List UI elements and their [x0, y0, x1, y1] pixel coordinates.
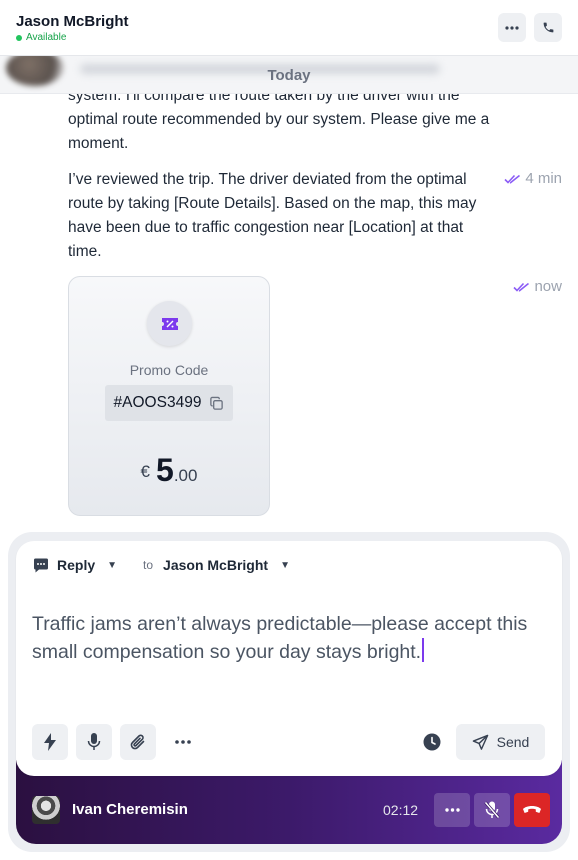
phone-icon — [543, 22, 553, 33]
currency-symbol: € — [140, 462, 151, 481]
chat-window: Jason McBright Available Today system. I… — [0, 0, 578, 860]
promo-card[interactable]: Promo Code #AOOS3499 €5.00 — [68, 276, 270, 516]
schedule-send-button[interactable] — [421, 731, 443, 753]
double-check-icon — [504, 174, 521, 184]
recipient-dropdown[interactable]: Jason McBright — [163, 557, 268, 573]
message-input-text: Traffic jams aren’t always predictable—p… — [32, 613, 528, 663]
discount-ticket-icon — [161, 317, 178, 330]
attach-file-button[interactable] — [120, 724, 156, 760]
call-more-button[interactable] — [434, 793, 470, 827]
promo-title: Promo Code — [129, 362, 209, 378]
chevron-down-icon[interactable]: ▼ — [107, 560, 117, 571]
more-horizontal-icon — [505, 25, 519, 30]
amount-cents: .00 — [173, 466, 198, 485]
quick-actions-button[interactable] — [32, 724, 68, 760]
voice-message-button[interactable] — [76, 724, 112, 760]
text-cursor — [422, 638, 424, 662]
send-button[interactable]: Send — [456, 724, 545, 760]
contact-name[interactable]: Jason McBright — [16, 13, 129, 30]
hang-up-icon — [523, 806, 541, 813]
status-dot-icon — [16, 34, 22, 41]
caller-name: Ivan Cheremisin — [72, 801, 188, 818]
message-input[interactable]: Traffic jams aren’t always predictable—p… — [32, 610, 552, 666]
caller-avatar — [32, 796, 60, 824]
message-meta: 4 min — [504, 170, 562, 187]
promo-code-value: #AOOS3499 — [113, 394, 202, 411]
date-divider-label: Today — [267, 67, 311, 84]
date-divider: Today — [0, 56, 578, 94]
status-label: Available — [26, 32, 67, 43]
message-text: system. I'll compare the route taken by … — [68, 87, 490, 152]
chat-bubble-icon — [34, 558, 48, 572]
presence-status: Available — [16, 32, 66, 43]
more-horizontal-icon — [175, 740, 191, 744]
message-time: 4 min — [525, 170, 562, 187]
copy-icon[interactable] — [209, 396, 224, 411]
paperclip-icon — [130, 734, 145, 750]
more-tools-button[interactable] — [172, 724, 194, 760]
microphone-off-icon — [484, 801, 500, 819]
send-label: Send — [496, 734, 530, 750]
amount-main: 5 — [156, 452, 174, 488]
call-button[interactable] — [534, 13, 562, 42]
call-duration: 02:12 — [383, 802, 419, 818]
promo-time: now — [534, 278, 562, 295]
reply-mode-dropdown[interactable]: Reply — [57, 557, 95, 573]
more-horizontal-icon — [444, 808, 460, 812]
send-icon — [472, 734, 488, 750]
mute-button[interactable] — [474, 793, 510, 827]
promo-meta: now — [513, 278, 562, 295]
lightning-icon — [44, 733, 56, 751]
promo-code-box[interactable]: #AOOS3499 — [105, 385, 233, 421]
promo-amount: €5.00 — [69, 452, 269, 489]
to-label: to — [143, 558, 154, 572]
reply-options: Reply ▼ to Jason McBright ▼ — [33, 557, 290, 573]
microphone-icon — [87, 733, 101, 750]
chevron-down-icon[interactable]: ▼ — [280, 560, 290, 571]
message-text: I’ve reviewed the trip. The driver devia… — [68, 171, 477, 260]
double-check-icon — [513, 282, 530, 292]
hang-up-button[interactable] — [514, 793, 550, 827]
clock-icon — [423, 733, 441, 751]
more-options-button[interactable] — [498, 13, 526, 42]
promo-badge — [147, 301, 192, 346]
chat-header: Jason McBright Available — [0, 0, 578, 56]
composer: Reply ▼ to Jason McBright ▼ Traffic jams… — [16, 541, 562, 776]
